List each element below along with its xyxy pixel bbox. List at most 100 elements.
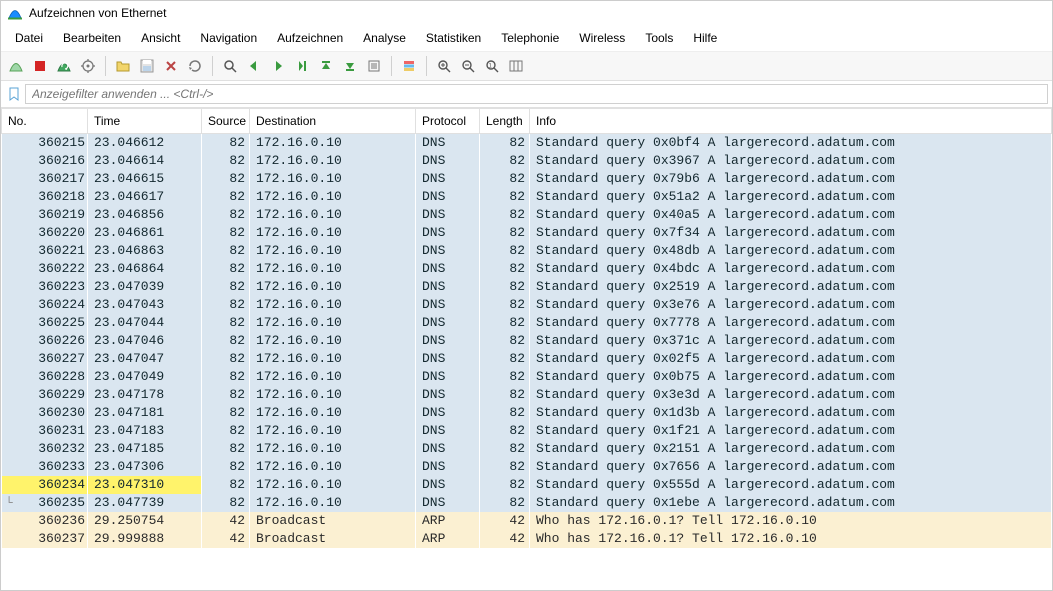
cell-length: 82 [480, 422, 530, 440]
auto-scroll-button[interactable] [363, 55, 385, 77]
cell-no: 360215 [2, 134, 88, 153]
save-file-button[interactable] [136, 55, 158, 77]
packet-row[interactable]: 36021523.04661282172.16.0.10DNS82Standar… [2, 134, 1052, 153]
col-header-length[interactable]: Length [480, 109, 530, 134]
find-packet-button[interactable] [219, 55, 241, 77]
go-last-button[interactable] [339, 55, 361, 77]
packet-row[interactable]: 36021723.04661582172.16.0.10DNS82Standar… [2, 170, 1052, 188]
col-header-destination[interactable]: Destination [250, 109, 416, 134]
cell-info: Standard query 0x3967 A largerecord.adat… [530, 152, 1052, 170]
menu-wireless[interactable]: Wireless [569, 27, 635, 49]
packet-row[interactable]: 36022423.04704382172.16.0.10DNS82Standar… [2, 296, 1052, 314]
menu-analyze[interactable]: Analyse [353, 27, 416, 49]
cell-no: 360224 [2, 296, 88, 314]
cell-no: 360236 [2, 512, 88, 530]
menu-telephony[interactable]: Telephonie [491, 27, 569, 49]
cell-no: 360232 [2, 440, 88, 458]
go-to-packet-button[interactable] [291, 55, 313, 77]
cell-no: 360220 [2, 224, 88, 242]
go-first-button[interactable] [315, 55, 337, 77]
packet-row[interactable]: 36023323.04730682172.16.0.10DNS82Standar… [2, 458, 1052, 476]
menu-help[interactable]: Hilfe [683, 27, 727, 49]
cell-source: 82 [202, 206, 250, 224]
cell-no: 360231 [2, 422, 88, 440]
menu-statistics[interactable]: Statistiken [416, 27, 491, 49]
cell-destination: 172.16.0.10 [250, 296, 416, 314]
packet-row[interactable]: 36023729.99988842BroadcastARP42Who has 1… [2, 530, 1052, 548]
cell-protocol: DNS [416, 188, 480, 206]
menu-tools[interactable]: Tools [635, 27, 683, 49]
packet-row[interactable]: 36022623.04704682172.16.0.10DNS82Standar… [2, 332, 1052, 350]
packet-row[interactable]: 36023123.04718382172.16.0.10DNS82Standar… [2, 422, 1052, 440]
packet-row[interactable]: 36022823.04704982172.16.0.10DNS82Standar… [2, 368, 1052, 386]
bookmark-icon[interactable] [5, 85, 23, 103]
go-forward-button[interactable] [267, 55, 289, 77]
display-filter-input[interactable] [25, 84, 1048, 104]
col-header-source[interactable]: Source [202, 109, 250, 134]
close-file-button[interactable] [160, 55, 182, 77]
menu-edit[interactable]: Bearbeiten [53, 27, 131, 49]
col-header-protocol[interactable]: Protocol [416, 109, 480, 134]
cell-info: Standard query 0x02f5 A largerecord.adat… [530, 350, 1052, 368]
cell-time: 23.046617 [88, 188, 202, 206]
zoom-in-button[interactable] [433, 55, 455, 77]
cell-source: 82 [202, 350, 250, 368]
packet-row[interactable]: 36022223.04686482172.16.0.10DNS82Standar… [2, 260, 1052, 278]
cell-source: 82 [202, 386, 250, 404]
cell-protocol: DNS [416, 494, 480, 512]
cell-source: 82 [202, 188, 250, 206]
packet-row[interactable]: └36023523.04773982172.16.0.10DNS82Standa… [2, 494, 1052, 512]
col-header-info[interactable]: Info [530, 109, 1052, 134]
packet-row[interactable]: 36022923.04717882172.16.0.10DNS82Standar… [2, 386, 1052, 404]
cell-destination: 172.16.0.10 [250, 404, 416, 422]
cell-destination: 172.16.0.10 [250, 458, 416, 476]
col-header-time[interactable]: Time [88, 109, 202, 134]
packet-row[interactable]: 36023629.25075442BroadcastARP42Who has 1… [2, 512, 1052, 530]
packet-row[interactable]: 36023423.04731082172.16.0.10DNS82Standar… [2, 476, 1052, 494]
cell-time: 23.047049 [88, 368, 202, 386]
cell-protocol: DNS [416, 368, 480, 386]
menu-file[interactable]: Datei [5, 27, 53, 49]
cell-source: 82 [202, 314, 250, 332]
colorize-button[interactable] [398, 55, 420, 77]
packet-row[interactable]: 36022123.04686382172.16.0.10DNS82Standar… [2, 242, 1052, 260]
col-header-no[interactable]: No. [2, 109, 88, 134]
cell-destination: 172.16.0.10 [250, 242, 416, 260]
packet-row[interactable]: 36023023.04718182172.16.0.10DNS82Standar… [2, 404, 1052, 422]
restart-capture-button[interactable] [53, 55, 75, 77]
packet-row[interactable]: 36021823.04661782172.16.0.10DNS82Standar… [2, 188, 1052, 206]
cell-no: 360221 [2, 242, 88, 260]
cell-no: 360225 [2, 314, 88, 332]
cell-protocol: DNS [416, 278, 480, 296]
packet-row[interactable]: 36022023.04686182172.16.0.10DNS82Standar… [2, 224, 1052, 242]
stop-capture-button[interactable] [29, 55, 51, 77]
packet-row[interactable]: 36023223.04718582172.16.0.10DNS82Standar… [2, 440, 1052, 458]
start-capture-button[interactable] [5, 55, 27, 77]
reload-file-button[interactable] [184, 55, 206, 77]
zoom-reset-button[interactable]: 1 [481, 55, 503, 77]
cell-no: 360218 [2, 188, 88, 206]
packet-row[interactable]: 36022323.04703982172.16.0.10DNS82Standar… [2, 278, 1052, 296]
cell-length: 82 [480, 260, 530, 278]
menu-go[interactable]: Navigation [190, 27, 267, 49]
menu-capture[interactable]: Aufzeichnen [267, 27, 353, 49]
packet-row[interactable]: 36022723.04704782172.16.0.10DNS82Standar… [2, 350, 1052, 368]
titlebar: Aufzeichnen von Ethernet [1, 1, 1052, 25]
packet-list-pane[interactable]: No. Time Source Destination Protocol Len… [1, 108, 1052, 590]
packet-row[interactable]: 36022523.04704482172.16.0.10DNS82Standar… [2, 314, 1052, 332]
cell-destination: 172.16.0.10 [250, 170, 416, 188]
cell-source: 82 [202, 278, 250, 296]
open-file-button[interactable] [112, 55, 134, 77]
cell-no: 360230 [2, 404, 88, 422]
zoom-out-button[interactable] [457, 55, 479, 77]
capture-options-button[interactable] [77, 55, 99, 77]
packet-row[interactable]: 36021923.04685682172.16.0.10DNS82Standar… [2, 206, 1052, 224]
go-back-button[interactable] [243, 55, 265, 77]
cell-protocol: DNS [416, 404, 480, 422]
packet-row[interactable]: 36021623.04661482172.16.0.10DNS82Standar… [2, 152, 1052, 170]
menu-view[interactable]: Ansicht [131, 27, 190, 49]
cell-time: 23.047306 [88, 458, 202, 476]
cell-protocol: DNS [416, 476, 480, 494]
resize-columns-button[interactable] [505, 55, 527, 77]
cell-no: 360217 [2, 170, 88, 188]
